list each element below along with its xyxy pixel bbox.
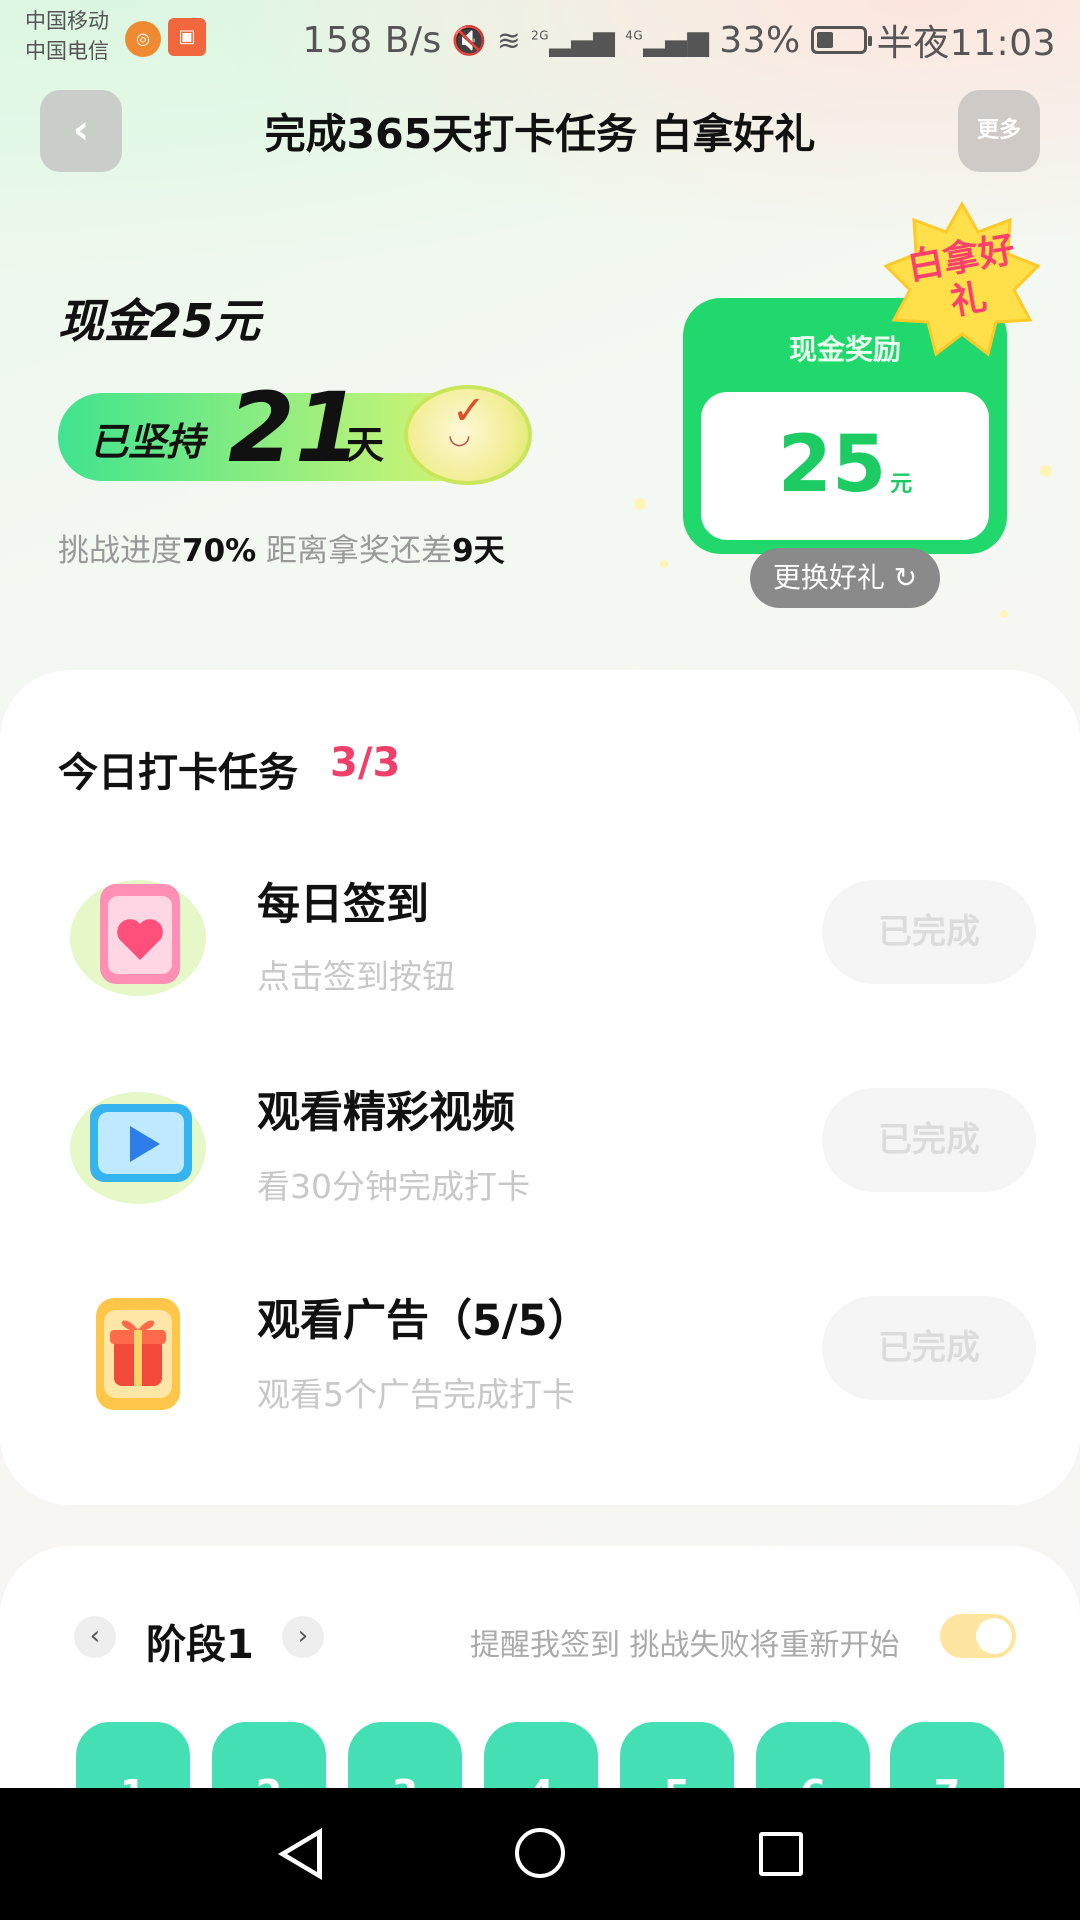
swap-gift-button[interactable]: 更换好礼 ↻ xyxy=(750,548,940,608)
remaining-value: 9天 xyxy=(452,533,505,569)
gift-box-icon xyxy=(96,1298,180,1410)
streak-suffix: 天 xyxy=(346,423,385,467)
network-speed: 158 B/s xyxy=(302,19,442,61)
wifi-icon: ≋ xyxy=(497,23,522,57)
task-subtitle: 看30分钟完成打卡 xyxy=(257,1167,530,1206)
video-play-icon xyxy=(70,1092,206,1204)
sparkle-decoration xyxy=(1000,610,1008,618)
back-button[interactable]: ‹ xyxy=(40,90,122,172)
page-title: 完成365天打卡任务 白拿好礼 xyxy=(264,110,816,158)
toggle-knob xyxy=(976,1618,1012,1654)
stage-title: 阶段1 xyxy=(146,1622,254,1668)
reminder-label: 提醒我签到 挑战失败将重新开始 xyxy=(470,1628,900,1663)
mascot-face-icon: ◡ xyxy=(448,420,471,450)
nav-home-icon[interactable] xyxy=(515,1828,565,1878)
tasks-count: 3/3 xyxy=(330,740,401,786)
nav-recents-icon[interactable] xyxy=(759,1832,803,1876)
carrier-1: 中国移动 xyxy=(25,9,109,33)
task-subtitle: 点击签到按钮 xyxy=(257,957,455,996)
task-completed-button[interactable]: 已完成 xyxy=(822,1088,1036,1192)
clock: 半夜11:03 xyxy=(876,23,1056,64)
signal-icon: 2G▂▄▆ xyxy=(531,23,616,57)
reward-amount-unit: 元 xyxy=(890,472,913,497)
carrier-2: 中国电信 xyxy=(25,39,109,63)
mute-icon: 🔇 xyxy=(451,23,488,57)
streak-days: 21 xyxy=(228,372,362,484)
sparkle-decoration xyxy=(1040,465,1052,477)
stage-next-button[interactable]: › xyxy=(282,1616,324,1658)
sparkle-decoration xyxy=(660,560,668,568)
carrier-labels: 中国移动 中国电信 xyxy=(25,6,109,66)
calendar-heart-icon xyxy=(70,880,206,996)
task-completed-button[interactable]: 已完成 xyxy=(822,880,1036,984)
battery-percent: 33% xyxy=(719,19,801,61)
more-button[interactable]: 更多 xyxy=(958,90,1040,172)
task-title: 观看广告（5/5） xyxy=(257,1296,591,1346)
nav-back-icon-inner xyxy=(287,1836,317,1872)
cash-prize-title: 现金25元 xyxy=(58,294,261,348)
signal-icon-2: 4G▂▄▆ xyxy=(625,23,710,57)
reward-amount: 25 元 xyxy=(701,420,989,510)
task-subtitle: 观看5个广告完成打卡 xyxy=(257,1375,575,1414)
reward-amount-number: 25 xyxy=(777,420,887,510)
challenge-progress: 挑战进度70% 距离拿奖还差9天 xyxy=(58,525,505,570)
streak-prefix: 已坚持 xyxy=(90,420,205,464)
progress-value: 70% xyxy=(182,533,257,569)
status-right: 158 B/s 🔇 ≋ 2G▂▄▆ 4G▂▄▆ 33% 半夜11:03 xyxy=(303,14,1056,66)
tasks-heading: 今日打卡任务 xyxy=(58,750,298,796)
status-bar: 中国移动 中国电信 ◎ ▣ 158 B/s 🔇 ≋ 2G▂▄▆ 4G▂▄▆ 33… xyxy=(0,0,1080,72)
chevron-left-icon: ‹ xyxy=(72,107,90,153)
chevron-right-icon: › xyxy=(297,1621,309,1651)
app-notification-icon: ◎ xyxy=(125,21,161,57)
remaining-label: 距离拿奖还差 xyxy=(256,533,453,569)
stage-prev-button[interactable]: ‹ xyxy=(74,1616,116,1658)
battery-icon xyxy=(810,26,872,54)
chevron-left-icon: ‹ xyxy=(89,1621,101,1651)
task-title: 每日签到 xyxy=(257,880,429,930)
progress-label: 挑战进度 xyxy=(58,533,182,569)
task-title: 观看精彩视频 xyxy=(257,1088,515,1138)
sparkle-decoration xyxy=(634,498,646,510)
app-notification-icon-2: ▣ xyxy=(168,18,206,56)
task-completed-button[interactable]: 已完成 xyxy=(822,1296,1036,1400)
